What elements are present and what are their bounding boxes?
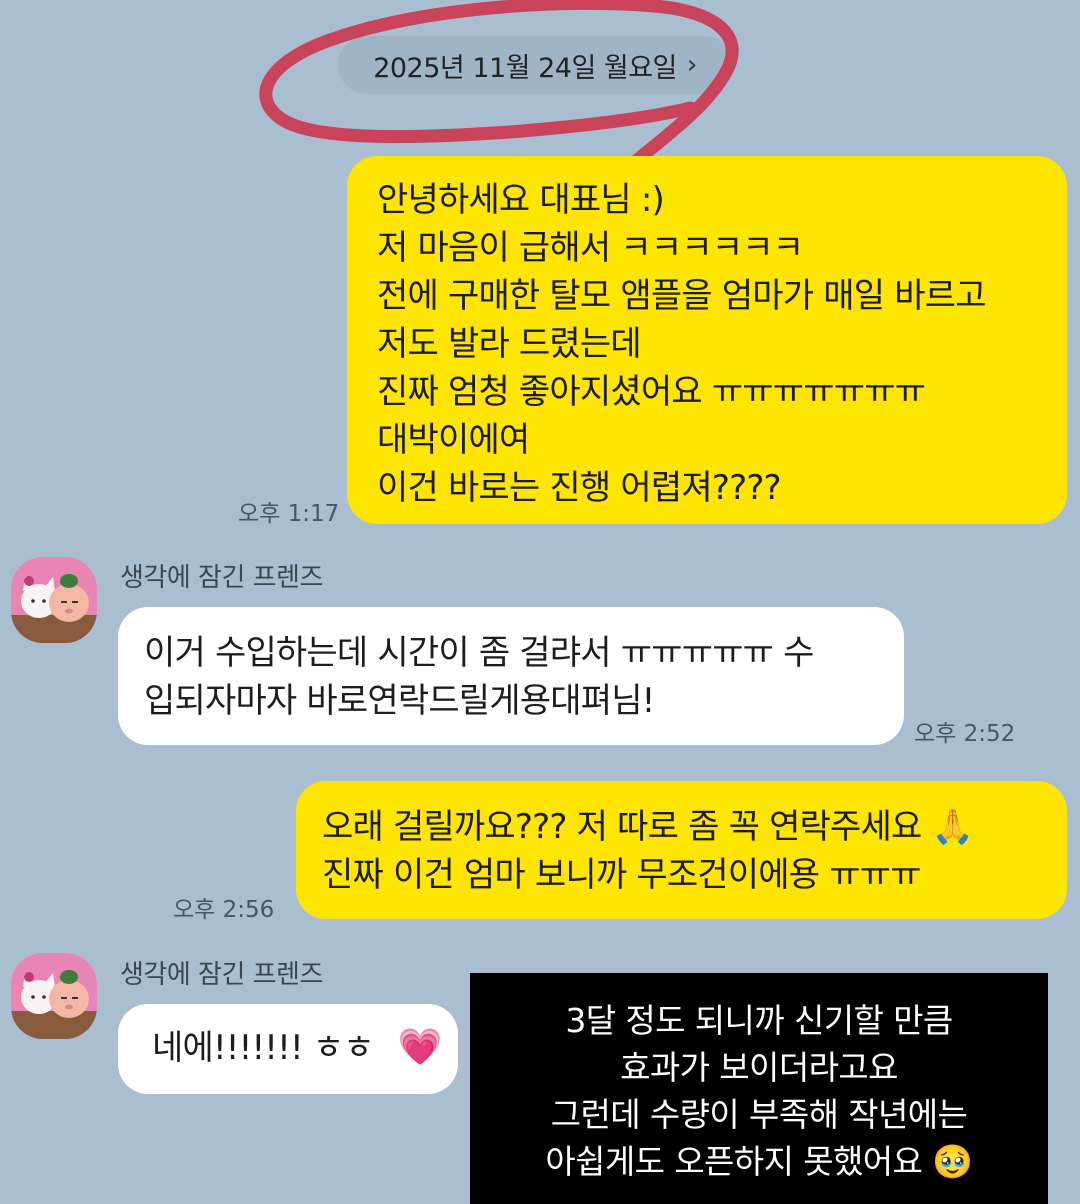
message-time: 오후 1:17 (238, 501, 340, 527)
message-line: 이건 바로는 진행 어렵져???? (377, 468, 782, 508)
caption-line: 그런데 수량이 부족해 작년에는 (550, 1095, 968, 1134)
caption-line: 효과가 보이더라고요 (620, 1048, 898, 1087)
my-message-bubble[interactable]: 안녕하세요 대표님 :) 저 마음이 급해서 ㅋㅋㅋㅋㅋㅋ 전에 구매한 탈모 … (347, 156, 1067, 524)
their-message-bubble[interactable]: 네에!!!!!!! ㅎㅎ 💗 (118, 1004, 458, 1094)
message-line: 저 마음이 급해서 ㅋㅋㅋㅋㅋㅋ (377, 228, 804, 268)
message-text: 네에!!!!!!! ㅎㅎ (152, 1028, 375, 1068)
message-line: 오래 걸릴까요??? 저 따로 좀 꼭 연락주세요 🙏 (322, 807, 974, 847)
message-line: 안녕하세요 대표님 :) (377, 180, 665, 220)
message-time: 오후 2:52 (914, 721, 1016, 747)
chevron-right-icon: › (686, 50, 697, 80)
sender-name: 생각에 잠긴 프렌즈 (120, 960, 323, 990)
friends-character-avatar-icon (11, 970, 97, 1039)
their-message-bubble[interactable]: 이거 수입하는데 시간이 좀 걸랴서 ㅠㅠㅠㅠㅠ 수 입되자마자 바로연락드릴게… (118, 607, 904, 745)
caption-overlay: 3달 정도 되니까 신기할 만큼 효과가 보이더라고요 그런데 수량이 부족해 … (470, 973, 1048, 1204)
message-line: 진짜 엄청 좋아지셨어요 ㅠㅠㅠㅠㅠㅠㅠ (377, 372, 926, 412)
caption-line: 아쉽게도 오픈하지 못했어요 🥹 (545, 1142, 973, 1181)
sender-name: 생각에 잠긴 프렌즈 (120, 563, 323, 593)
message-line: 대박이에여 (377, 420, 530, 460)
message-line: 전에 구매한 탈모 앰플을 엄마가 매일 바르고 (377, 276, 986, 316)
date-divider[interactable]: 2025년 11월 24일 월요일 › (338, 36, 732, 94)
friend-avatar[interactable] (11, 557, 97, 643)
message-line: 이거 수입하는데 시간이 좀 걸랴서 ㅠㅠㅠㅠㅠ 수 (144, 633, 814, 673)
date-label: 2025년 11월 24일 월요일 (373, 52, 677, 84)
friends-character-avatar-icon (11, 574, 97, 643)
message-time: 오후 2:56 (173, 897, 275, 923)
message-line: 진짜 이건 엄마 보니까 무조건이에용 ㅠㅠㅠ (322, 855, 921, 895)
my-message-bubble[interactable]: 오래 걸릴까요??? 저 따로 좀 꼭 연락주세요 🙏 진짜 이건 엄마 보니까… (296, 781, 1067, 919)
friend-avatar[interactable] (11, 953, 97, 1039)
message-line: 저도 발라 드렸는데 (377, 324, 642, 364)
caption-line: 3달 정도 되니까 신기할 만큼 (565, 1001, 953, 1040)
heart-emoji-icon: 💗 (397, 1027, 443, 1068)
message-line: 입되자마자 바로연락드릴게용대펴님! (144, 681, 655, 721)
